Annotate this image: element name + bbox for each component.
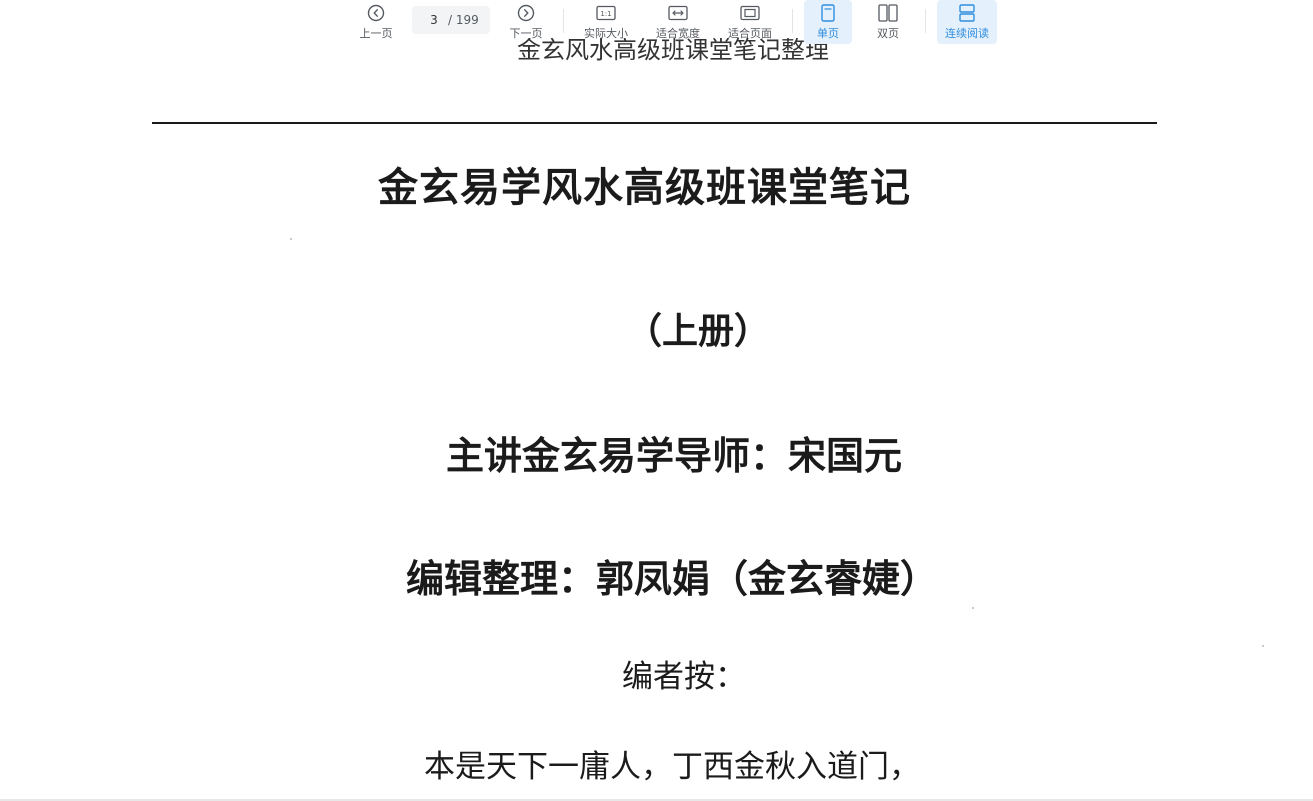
chevron-right-circle-icon — [516, 3, 536, 23]
volume-label: （上册） — [626, 310, 771, 352]
double-page-button[interactable]: 双页 — [864, 0, 912, 44]
fit-page-icon — [740, 3, 760, 23]
single-page-icon — [818, 3, 838, 23]
single-page-button[interactable]: 单页 — [804, 0, 852, 44]
continuous-reading-button[interactable]: 连续阅读 — [937, 0, 997, 44]
actual-size-label: 实际大小 — [584, 27, 628, 40]
toolbar-divider — [792, 9, 793, 33]
document-title: 金玄易学风水高级班课堂笔记 — [378, 164, 911, 211]
scan-speck — [290, 238, 292, 240]
toolbar-divider — [925, 9, 926, 33]
pdf-viewer: 金玄风水高级班课堂笔记整理 金玄易学风水高级班课堂笔记 （上册） 主讲金玄易学导… — [0, 0, 1313, 801]
total-pages: / 199 — [448, 13, 479, 27]
actual-size-icon: 1:1 — [596, 3, 616, 23]
actual-size-button[interactable]: 1:1 实际大小 — [576, 0, 636, 44]
page-indicator: 3 / 199 — [412, 6, 490, 34]
single-page-label: 单页 — [817, 27, 839, 40]
lecturer-line: 主讲金玄易学导师：宋国元 — [446, 433, 903, 478]
document-page: 金玄风水高级班课堂笔记整理 金玄易学风水高级班课堂笔记 （上册） 主讲金玄易学导… — [0, 0, 1313, 801]
toolbar-divider — [563, 9, 564, 33]
scan-speck — [972, 607, 974, 609]
editor-note-heading: 编者按： — [622, 659, 746, 695]
actual-size-glyph: 1:1 — [600, 10, 611, 18]
header-rule — [152, 122, 1157, 124]
double-page-label: 双页 — [877, 27, 899, 40]
current-page-input[interactable]: 3 — [412, 13, 450, 27]
continuous-reading-label: 连续阅读 — [945, 27, 989, 40]
viewer-toolbar: 上一页 3 / 199 下一页 1:1 实际大小 适合宽度 适合页面 单页 双页… — [0, 0, 1313, 44]
prev-page-label: 上一页 — [359, 27, 393, 40]
chevron-left-circle-icon — [366, 3, 386, 23]
fit-width-button[interactable]: 适合宽度 — [648, 0, 708, 44]
fit-page-button[interactable]: 适合页面 — [720, 0, 780, 44]
fit-page-label: 适合页面 — [728, 27, 772, 40]
fit-width-icon — [668, 3, 688, 23]
prev-page-button[interactable]: 上一页 — [352, 0, 400, 44]
continuous-scroll-icon — [957, 3, 977, 23]
next-page-label: 下一页 — [509, 27, 543, 40]
fit-width-label: 适合宽度 — [656, 27, 700, 40]
scan-speck — [1262, 645, 1264, 647]
double-page-icon — [878, 3, 898, 23]
poem-line: 本是天下一庸人，丁西金秋入道门， — [424, 749, 920, 785]
editor-line: 编辑整理：郭凤娟（金玄睿婕） — [406, 556, 939, 601]
next-page-button[interactable]: 下一页 — [502, 0, 550, 44]
